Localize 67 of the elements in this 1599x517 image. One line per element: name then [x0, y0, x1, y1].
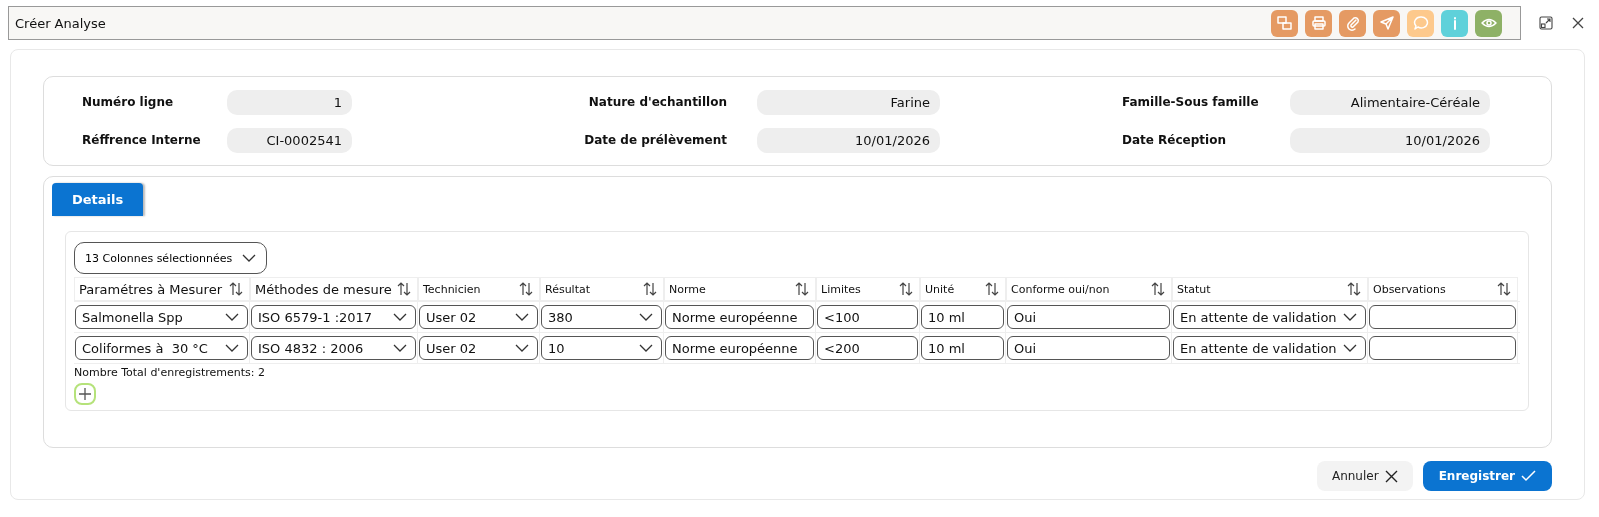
chevron-icon	[515, 313, 529, 321]
tab[interactable]: Details	[52, 183, 144, 216]
close-icon	[1384, 469, 1398, 483]
chevron-icon	[1343, 313, 1357, 321]
input-field[interactable]	[1369, 305, 1516, 329]
sort-icon[interactable]	[1497, 282, 1511, 296]
dropdown[interactable]: ISO 4832 : 2006	[251, 336, 416, 360]
input-field[interactable]: 10 ml	[921, 336, 1004, 360]
dropdown[interactable]: 380	[541, 305, 662, 329]
input-field[interactable]: <100	[817, 305, 918, 329]
read-only-field: 10/01/2026	[1290, 127, 1490, 153]
chevron-icon	[515, 344, 529, 352]
read-only-field: Alimentaire-Céréale	[1290, 89, 1490, 115]
dropdown[interactable]: Salmonella Spp	[75, 305, 248, 329]
input-field[interactable]: Oui	[1007, 305, 1170, 329]
dropdown[interactable]: Coliformes à 30 °C	[75, 336, 248, 360]
sort-icon[interactable]	[1151, 282, 1165, 296]
input-field[interactable]: Oui	[1007, 336, 1170, 360]
chevron-icon	[393, 344, 407, 352]
paperclip-icon[interactable]	[1339, 9, 1366, 37]
input-field[interactable]: <200	[817, 336, 918, 360]
chevron-icon	[242, 254, 257, 262]
chevron-icon	[639, 344, 653, 352]
input-field[interactable]: Norme européenne	[665, 305, 814, 329]
sort-icon[interactable]	[899, 282, 913, 296]
input-field[interactable]: 10 ml	[921, 305, 1004, 329]
chevron-icon	[225, 344, 239, 352]
chevron-icon	[393, 313, 407, 321]
sort-icon[interactable]	[985, 282, 999, 296]
field-label: Famille-Sous famille	[1122, 95, 1260, 109]
input-field[interactable]: Norme européenne	[665, 336, 814, 360]
chevron-icon	[225, 313, 239, 321]
sort-icon[interactable]	[229, 282, 243, 296]
add-icon[interactable]	[74, 383, 96, 405]
checkmark-icon	[1521, 470, 1536, 482]
dropdown[interactable]: User 02	[419, 336, 538, 360]
save-button[interactable]: Enregistrer	[1422, 461, 1552, 491]
record-count: Nombre Total d'enregistrements: 2	[74, 366, 266, 379]
sort-icon[interactable]	[519, 282, 533, 296]
dropdown[interactable]: En attente de validation	[1173, 336, 1366, 360]
field-label: Numéro ligne	[82, 95, 175, 109]
chevron-icon	[1343, 344, 1357, 352]
field-label: Date Réception	[1122, 133, 1227, 147]
field-label: Nature d'echantillon	[587, 95, 727, 109]
field-label: Réffrence Interne	[82, 133, 202, 147]
dropdown[interactable]: User 02	[419, 305, 538, 329]
dropdown[interactable]: 10	[541, 336, 662, 360]
read-only-field: CI-0002541	[227, 127, 352, 153]
sort-icon[interactable]	[795, 282, 809, 296]
dropdown[interactable]: ISO 6579-1 :2017	[251, 305, 416, 329]
read-only-field: 1	[227, 89, 352, 115]
sort-icon[interactable]	[397, 282, 411, 296]
expand-icon[interactable]	[1539, 16, 1553, 30]
column-header[interactable]: Statut	[1177, 282, 1211, 296]
sort-icon[interactable]	[643, 282, 657, 296]
cancel-button[interactable]: Annuler	[1316, 461, 1413, 491]
field-label: Date de prélèvement	[583, 133, 727, 147]
column-header[interactable]: Norme	[669, 282, 706, 296]
column-picker[interactable]: 13 Colonnes sélectionnées	[74, 242, 268, 274]
chevron-icon	[639, 313, 653, 321]
window-title: Créer Analyse	[15, 15, 106, 31]
dropdown[interactable]: En attente de validation	[1173, 305, 1366, 329]
input-field[interactable]	[1369, 336, 1516, 360]
sort-icon[interactable]	[1347, 282, 1361, 296]
close-icon[interactable]	[1571, 16, 1585, 30]
read-only-field: 10/01/2026	[757, 127, 940, 153]
read-only-field: Farine	[757, 89, 940, 115]
